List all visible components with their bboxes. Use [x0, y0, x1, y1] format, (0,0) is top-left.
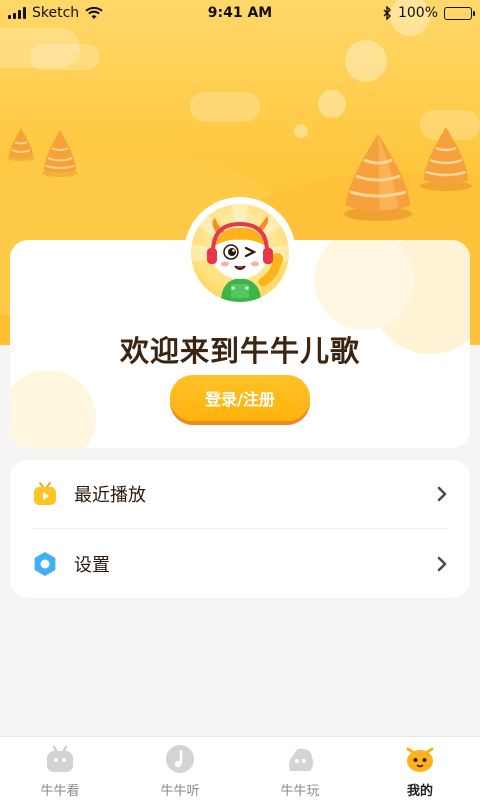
carrier-name: Sketch	[32, 5, 80, 21]
battery-icon	[444, 6, 475, 20]
wifi-icon	[85, 6, 103, 19]
bottom-tab-bar: 牛牛看 牛牛听 牛牛玩 我的	[0, 736, 480, 800]
calf-mascot-icon	[191, 204, 289, 302]
cone-decoration	[344, 134, 412, 221]
login-register-button[interactable]: 登录/注册	[170, 375, 310, 421]
bubble-decoration	[294, 124, 308, 138]
tab-label: 我的	[406, 784, 433, 799]
welcome-title: 欢迎来到牛牛儿歌	[119, 334, 360, 368]
status-bar-left: Sketch	[8, 5, 168, 21]
menu-item-label: 最近播放	[74, 485, 146, 506]
menu-item-recent-play[interactable]: 最近播放	[10, 460, 470, 528]
cone-decoration	[420, 127, 472, 191]
status-time: 9:41 AM	[207, 5, 273, 21]
status-bar: Sketch 9:41 AM 100%	[0, 0, 480, 26]
battery-percent: 100%	[397, 5, 438, 21]
signal-icon	[8, 7, 26, 19]
chevron-right-icon	[432, 484, 452, 504]
mine-icon	[404, 743, 436, 775]
listen-icon	[164, 743, 196, 775]
menu-item-label: 设置	[74, 555, 110, 576]
tab-mine[interactable]: 我的	[360, 737, 480, 800]
play-icon	[284, 743, 316, 775]
status-bar-right: 100%	[312, 5, 475, 21]
menu-divider	[32, 528, 448, 529]
cone-decoration	[7, 128, 35, 161]
tab-play[interactable]: 牛牛玩	[240, 737, 360, 800]
tab-label: 牛牛听	[160, 784, 200, 799]
avatar[interactable]	[184, 197, 296, 309]
cloud-decoration	[190, 92, 260, 122]
tab-watch[interactable]: 牛牛看	[0, 737, 120, 800]
card-decoration	[10, 370, 96, 448]
tab-label: 牛牛看	[40, 784, 80, 799]
bubble-decoration	[345, 40, 387, 82]
bluetooth-icon	[383, 6, 391, 20]
play-tv-icon	[32, 481, 58, 507]
tab-listen[interactable]: 牛牛听	[120, 737, 240, 800]
tab-label: 牛牛玩	[280, 784, 320, 799]
settings-hex-icon	[32, 551, 58, 577]
cloud-decoration	[30, 44, 100, 70]
bubble-decoration	[318, 90, 346, 118]
chevron-right-icon	[432, 554, 452, 574]
watch-icon	[44, 743, 76, 775]
cone-decoration	[42, 130, 78, 177]
menu-card: 最近播放 设置	[10, 460, 470, 598]
avatar-image	[191, 204, 289, 302]
menu-item-settings[interactable]: 设置	[10, 530, 470, 598]
